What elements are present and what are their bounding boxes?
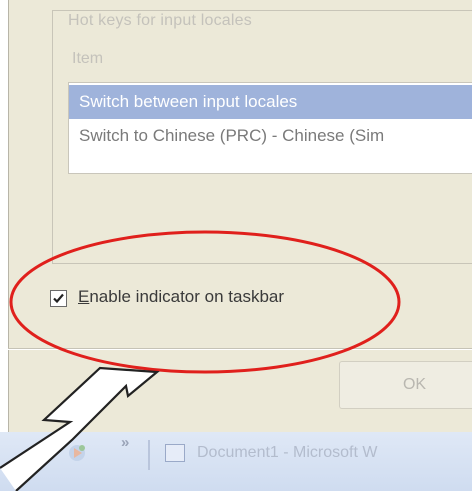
screenshot-stage: Hot keys for input locales Item Switch b… — [0, 0, 472, 491]
annotation-overlay — [0, 230, 401, 491]
red-highlight-circle — [9, 230, 401, 374]
callout-arrow — [0, 366, 160, 491]
